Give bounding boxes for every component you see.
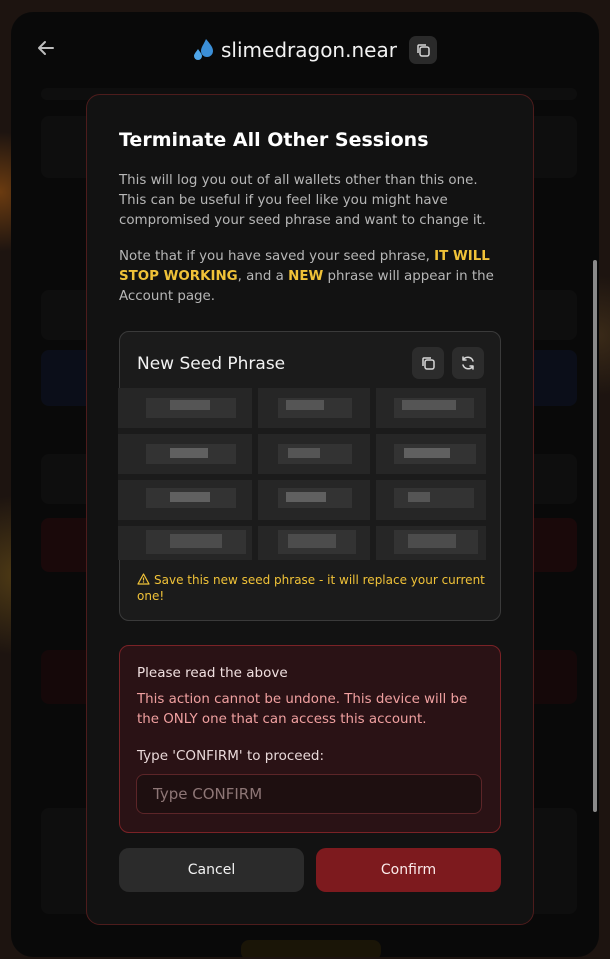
note-emphasis-new: NEW	[288, 269, 324, 284]
copy-icon	[417, 44, 430, 57]
dialog-title: Terminate All Other Sessions	[119, 129, 429, 151]
dialog-note: Note that if you have saved your seed ph…	[119, 247, 505, 307]
terminate-sessions-dialog: Terminate All Other Sessions This will l…	[86, 94, 534, 925]
seed-phrase-words-blurred	[118, 388, 486, 560]
regenerate-seed-button[interactable]	[452, 347, 484, 379]
seed-warning-text: Save this new seed phrase - it will repl…	[137, 573, 485, 603]
dialog-description: This will log you out of all wallets oth…	[119, 173, 487, 228]
seed-phrase-title: New Seed Phrase	[137, 354, 286, 374]
copy-account-button[interactable]	[408, 36, 437, 64]
warning-icon	[137, 573, 150, 585]
note-text-mid: , and a	[237, 269, 289, 284]
cancel-button[interactable]: Cancel	[119, 848, 304, 892]
copy-seed-button[interactable]	[412, 347, 444, 379]
account-header: slimedragon.near	[193, 36, 437, 64]
account-name: slimedragon.near	[221, 38, 397, 62]
confirmation-box: Please read the above This action cannot…	[119, 645, 501, 833]
slime-drop-icon	[193, 38, 215, 62]
refresh-icon	[462, 356, 474, 370]
confirm-input-label: Type 'CONFIRM' to proceed:	[137, 748, 325, 764]
back-arrow-icon[interactable]	[36, 38, 58, 60]
header: slimedragon.near	[11, 12, 599, 88]
danger-text: This action cannot be undone. This devic…	[137, 692, 468, 727]
seed-phrase-card: New Seed Phrase Save this new seed phras…	[118, 331, 501, 621]
copy-icon	[422, 357, 435, 370]
seed-warning: Save this new seed phrase - it will repl…	[137, 572, 487, 604]
confirm-input[interactable]	[136, 774, 482, 814]
danger-title: Please read the above	[137, 665, 288, 681]
scrollbar[interactable]	[593, 260, 597, 812]
confirm-button[interactable]: Confirm	[316, 848, 501, 892]
note-text-pre: Note that if you have saved your seed ph…	[119, 249, 435, 264]
